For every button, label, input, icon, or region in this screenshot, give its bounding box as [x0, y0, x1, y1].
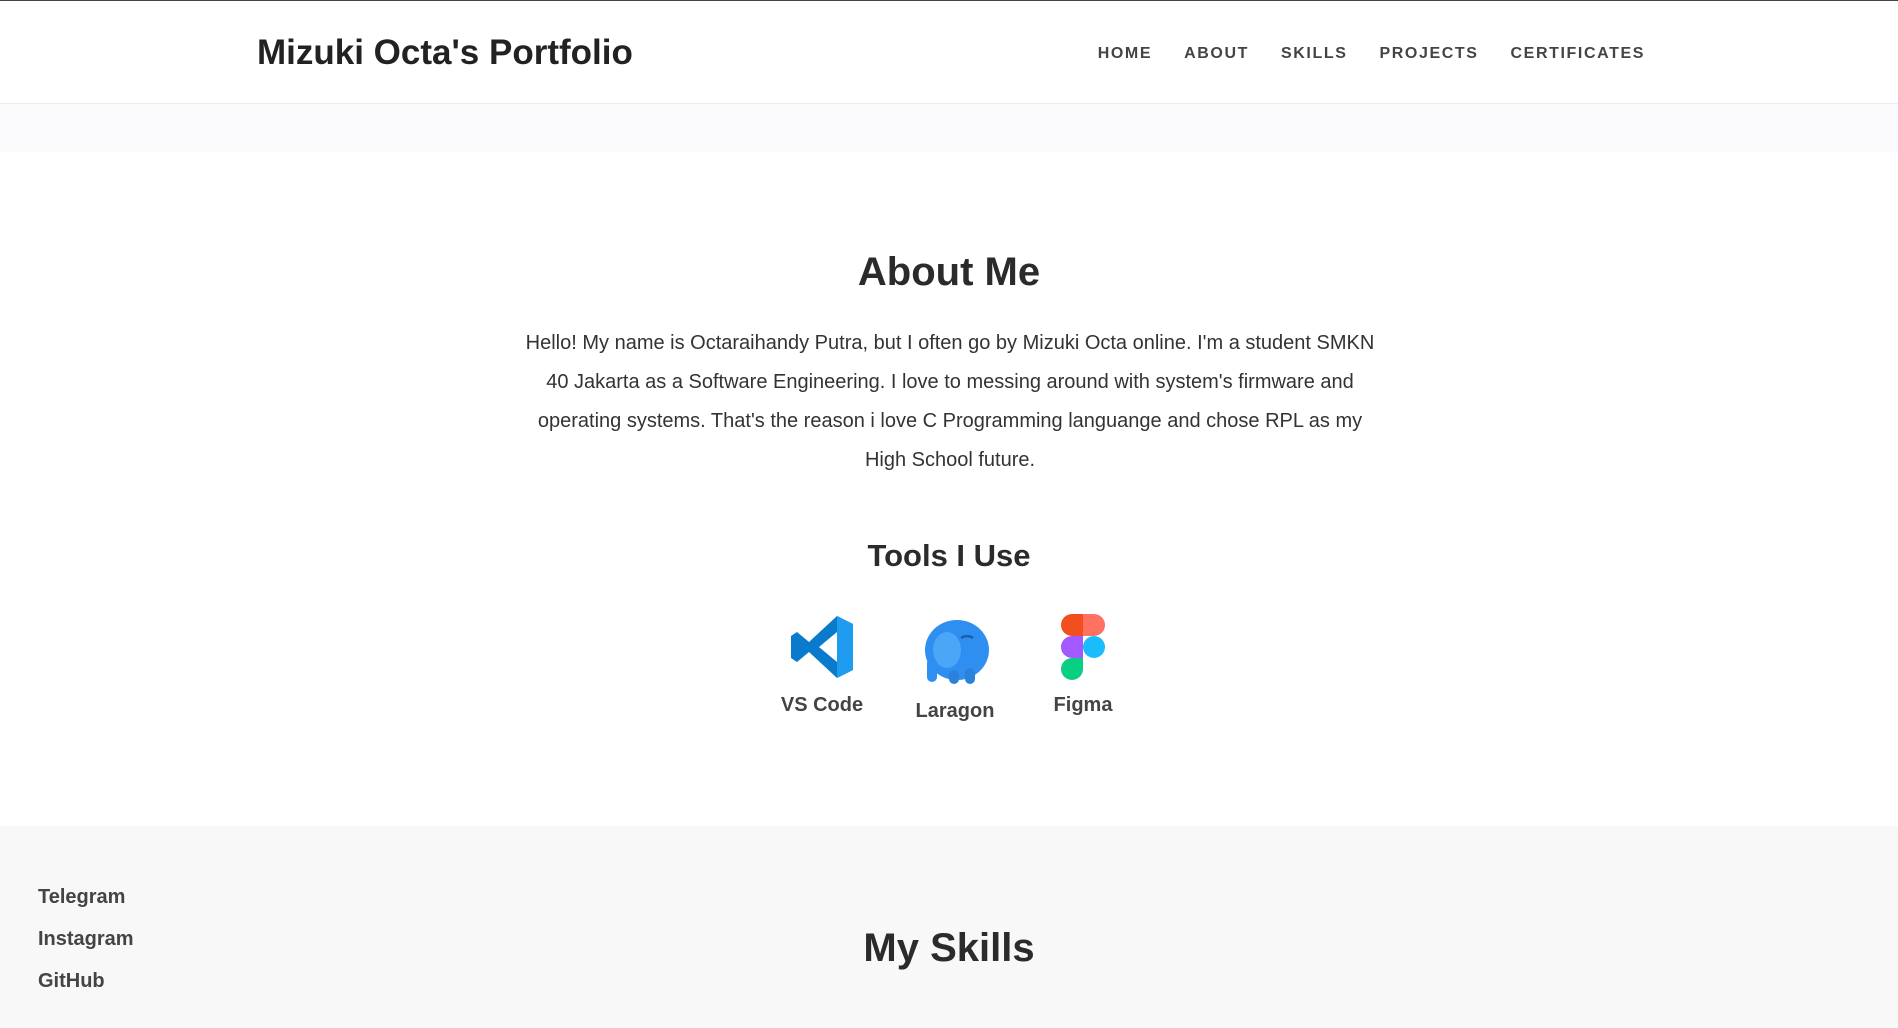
- social-telegram-link[interactable]: Telegram: [38, 886, 134, 909]
- nav-certificates[interactable]: CERTIFICATES: [1511, 45, 1645, 63]
- site-header: Mizuki Octa's Portfolio HOME ABOUT SKILL…: [0, 0, 1898, 104]
- tool-laragon-label: Laragon: [915, 700, 995, 722]
- tools-title: Tools I Use: [867, 538, 1031, 573]
- main-nav: HOME ABOUT SKILLS PROJECTS CERTIFICATES: [1098, 45, 1645, 63]
- tool-vscode-label: VS Code: [780, 694, 864, 716]
- nav-about[interactable]: ABOUT: [1184, 45, 1249, 63]
- figma-icon: [1061, 614, 1105, 680]
- tool-laragon: Laragon: [895, 612, 1015, 723]
- tools-list: VS Code Laragon Figma: [0, 612, 1898, 732]
- skills-section: Telegram Instagram GitHub My Skills: [0, 826, 1898, 1028]
- social-github-link[interactable]: GitHub: [38, 970, 134, 993]
- nav-home[interactable]: HOME: [1098, 45, 1152, 63]
- nav-projects[interactable]: PROJECTS: [1379, 45, 1478, 63]
- about-title: About Me: [857, 250, 1041, 294]
- tool-vscode: VS Code: [762, 612, 882, 717]
- nav-skills[interactable]: SKILLS: [1281, 45, 1348, 63]
- about-text: Hello! My name is Octaraihandy Putra, bu…: [525, 332, 1375, 471]
- skills-title: My Skills: [863, 926, 1035, 970]
- laragon-elephant-icon: [925, 620, 989, 684]
- site-brand[interactable]: Mizuki Octa's Portfolio: [257, 33, 633, 73]
- tool-figma-label: Figma: [1053, 694, 1113, 716]
- tool-figma: Figma: [1023, 612, 1143, 717]
- header-spacer-band: [0, 104, 1898, 152]
- vscode-icon: [791, 616, 853, 678]
